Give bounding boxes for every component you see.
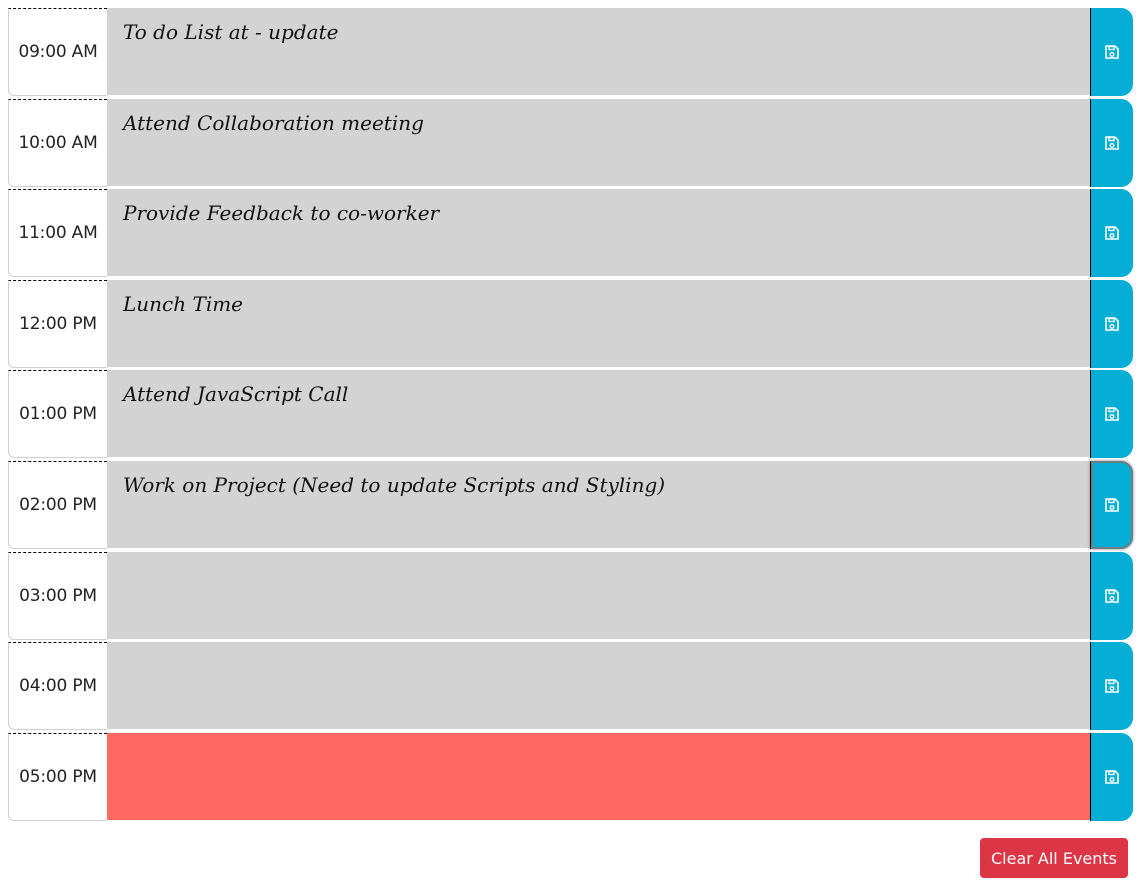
save-button[interactable]: [1090, 279, 1133, 368]
hour-label: 01:00 PM: [8, 370, 107, 459]
event-textarea[interactable]: Work on Project (Need to update Scripts …: [107, 460, 1090, 549]
floppy-disk-icon: [1105, 135, 1119, 150]
time-block-row: 11:00 AM Provide Feedback to co-worker: [8, 189, 1133, 280]
hour-label: 02:00 PM: [8, 460, 107, 549]
save-button[interactable]: [1090, 642, 1133, 731]
event-textarea[interactable]: To do List at - update: [107, 8, 1090, 96]
event-textarea[interactable]: Lunch Time: [107, 279, 1090, 368]
event-textarea[interactable]: [107, 642, 1090, 731]
time-block-row: 09:00 AM To do List at - update: [8, 8, 1133, 99]
save-button[interactable]: [1090, 370, 1133, 459]
floppy-disk-icon: [1105, 498, 1119, 512]
hour-label: 05:00 PM: [8, 732, 107, 821]
hour-label: 09:00 AM: [8, 8, 107, 96]
save-button[interactable]: [1090, 8, 1133, 96]
floppy-disk-icon: [1105, 226, 1119, 240]
event-textarea[interactable]: [107, 551, 1090, 640]
hour-label: 03:00 PM: [8, 551, 107, 640]
event-textarea[interactable]: Attend JavaScript Call: [107, 370, 1090, 459]
floppy-disk-icon: [1105, 45, 1119, 59]
time-block-row: 02:00 PM Work on Project (Need to update…: [8, 460, 1133, 552]
time-block-row: 05:00 PM: [8, 732, 1133, 824]
hour-label: 12:00 PM: [8, 279, 107, 368]
floppy-disk-icon: [1105, 407, 1119, 422]
time-block-row: 10:00 AM Attend Collaboration meeting: [8, 98, 1133, 190]
planner: 09:00 AM To do List at - update 10:00 AM…: [8, 8, 1133, 823]
hour-label: 04:00 PM: [8, 642, 107, 731]
clear-all-events-button[interactable]: Clear All Events: [980, 838, 1128, 878]
floppy-disk-icon: [1105, 679, 1119, 693]
event-textarea[interactable]: Provide Feedback to co-worker: [107, 189, 1090, 278]
floppy-disk-icon: [1105, 588, 1119, 603]
save-button[interactable]: [1090, 189, 1133, 278]
floppy-disk-icon: [1105, 316, 1119, 331]
save-button[interactable]: [1090, 98, 1133, 187]
hour-label: 11:00 AM: [8, 189, 107, 278]
save-button[interactable]: [1090, 460, 1133, 549]
save-button[interactable]: [1090, 732, 1133, 821]
event-textarea[interactable]: [107, 732, 1090, 821]
floppy-disk-icon: [1105, 769, 1119, 784]
hour-label: 10:00 AM: [8, 98, 107, 187]
time-block-row: 12:00 PM Lunch Time: [8, 279, 1133, 371]
event-textarea[interactable]: Attend Collaboration meeting: [107, 98, 1090, 187]
time-block-row: 03:00 PM: [8, 551, 1133, 643]
time-block-row: 04:00 PM: [8, 642, 1133, 733]
save-button[interactable]: [1090, 551, 1133, 640]
time-block-row: 01:00 PM Attend JavaScript Call: [8, 370, 1133, 461]
